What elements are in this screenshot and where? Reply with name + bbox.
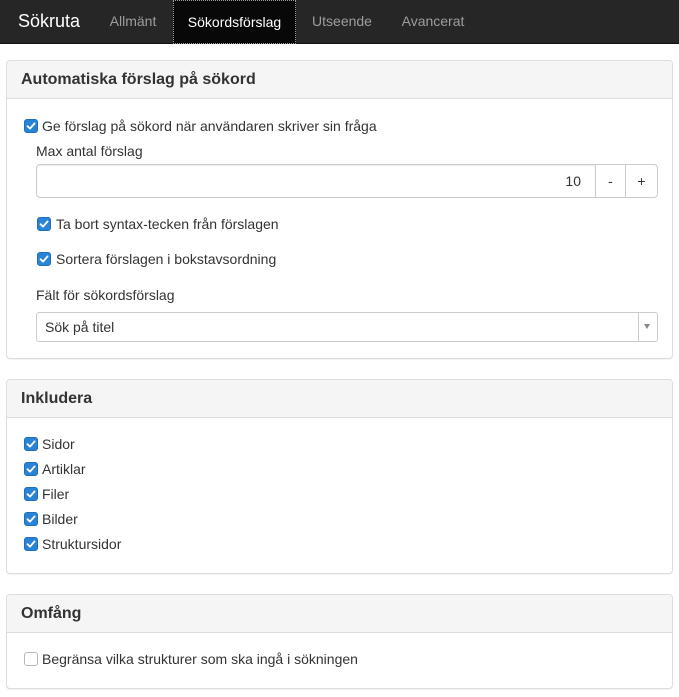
- enable-suggestions-checkbox[interactable]: [24, 119, 38, 133]
- include-sidor-checkbox[interactable]: [24, 437, 38, 451]
- checkmark-icon: [26, 440, 36, 448]
- enable-suggestions-label[interactable]: Ge förslag på sökord när användaren skri…: [42, 118, 377, 134]
- checkmark-icon: [26, 515, 36, 523]
- max-suggestions-label: Max antal förslag: [36, 143, 143, 159]
- checkmark-icon: [39, 255, 49, 263]
- chevron-down-icon: [644, 324, 650, 329]
- strip-syntax-label[interactable]: Ta bort syntax-tecken från förslagen: [56, 216, 279, 232]
- suggestions-panel-title: Automatiska förslag på sökord: [7, 61, 672, 99]
- tab-avancerat[interactable]: Avancerat: [388, 0, 478, 44]
- include-filer-checkbox[interactable]: [24, 487, 38, 501]
- scope-panel-title: Omfång: [7, 595, 672, 633]
- suggestion-field-label: Fält för sökordsförslag: [36, 287, 175, 303]
- top-navbar: Sökruta Allmänt Sökordsförslag Utseende …: [0, 0, 679, 44]
- include-sidor-label[interactable]: Sidor: [42, 436, 75, 452]
- limit-structures-checkbox[interactable]: [24, 652, 38, 666]
- include-panel-title: Inkludera: [7, 380, 672, 418]
- checkmark-icon: [26, 465, 36, 473]
- max-suggestions-value: 10: [565, 173, 581, 189]
- scope-panel: Omfång Begränsa vilka strukturer som ska…: [6, 594, 673, 689]
- sort-alpha-label[interactable]: Sortera förslagen i bokstavsordning: [56, 251, 276, 267]
- include-artiklar-checkbox[interactable]: [24, 462, 38, 476]
- dropdown-arrow-box: [638, 313, 657, 341]
- limit-structures-label[interactable]: Begränsa vilka strukturer som ska ingå i…: [42, 651, 358, 667]
- tab-utseende[interactable]: Utseende: [299, 0, 385, 44]
- checkmark-icon: [26, 540, 36, 548]
- checkmark-icon: [26, 122, 36, 130]
- include-artiklar-label[interactable]: Artiklar: [42, 461, 86, 477]
- strip-syntax-checkbox[interactable]: [37, 217, 51, 231]
- include-bilder-checkbox[interactable]: [24, 512, 38, 526]
- decrement-button[interactable]: -: [595, 164, 626, 198]
- max-suggestions-input[interactable]: 10: [36, 164, 596, 198]
- brand-title[interactable]: Sökruta: [18, 9, 80, 33]
- increment-button[interactable]: +: [625, 164, 658, 198]
- include-struktursidor-checkbox[interactable]: [24, 537, 38, 551]
- checkmark-icon: [39, 220, 49, 228]
- tab-allmant[interactable]: Allmänt: [96, 0, 170, 44]
- tab-sokordsforslag[interactable]: Sökordsförslag: [173, 0, 296, 44]
- include-filer-label[interactable]: Filer: [42, 486, 69, 502]
- include-panel: Inkludera Sidor Artiklar Filer Bilder St…: [6, 379, 673, 574]
- include-struktursidor-label[interactable]: Struktursidor: [42, 536, 121, 552]
- suggestion-field-select[interactable]: Sök på titel: [36, 312, 658, 342]
- sort-alpha-checkbox[interactable]: [37, 252, 51, 266]
- include-bilder-label[interactable]: Bilder: [42, 511, 78, 527]
- checkmark-icon: [26, 490, 36, 498]
- suggestion-field-selected: Sök på titel: [45, 319, 115, 335]
- suggestions-panel: Automatiska förslag på sökord Ge förslag…: [6, 60, 673, 359]
